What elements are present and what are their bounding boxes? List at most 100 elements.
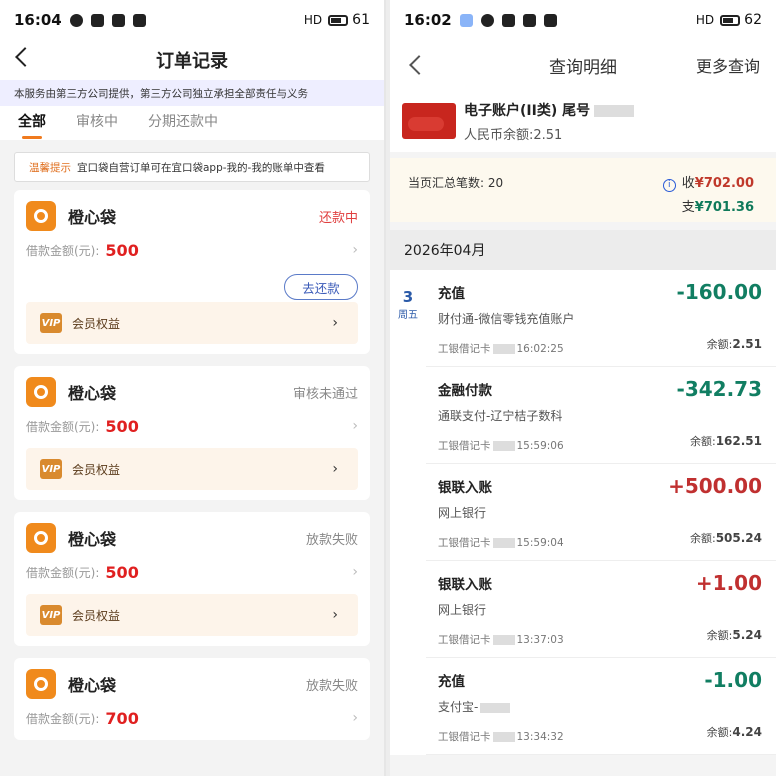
tx-card: 工银借记卡 (438, 634, 491, 646)
tx-card: 工银借记卡 (438, 537, 491, 549)
tip-text: 宜口袋自营订单可在宜口袋app-我的-我的账单中查看 (77, 161, 325, 174)
tx-amount: -342.73 (676, 377, 762, 401)
tx-balance: 2.51 (732, 337, 762, 351)
nav-bar: 订单记录 (0, 40, 384, 80)
vip-benefits-row[interactable]: VIP 会员权益 › (26, 302, 358, 344)
page-title: 订单记录 (156, 51, 228, 72)
message-icon (132, 13, 146, 27)
back-icon[interactable] (15, 47, 35, 67)
tab-all[interactable]: 全部 (18, 111, 46, 139)
loan-amount: 500 (105, 240, 139, 260)
product-name: 橙心袋 (68, 208, 117, 227)
transaction-detail-screen: 16:02 HD 62 查询明细 更多查询 电子账户(II类) 尾号 人民币余额… (390, 0, 776, 776)
account-name: 电子账户(II类) 尾号 (464, 102, 591, 119)
order-status: 审核未通过 (292, 386, 358, 402)
order-card[interactable]: 橙心袋 审核未通过 借款金额(元): 500 › VIP 会员权益 › (14, 366, 370, 500)
tx-time: 15:59:04 (516, 537, 564, 549)
tx-card: 工银借记卡 (438, 731, 491, 743)
vip-benefits-label: 会员权益 (72, 462, 121, 477)
product-name: 橙心袋 (68, 676, 117, 695)
loan-amount-label: 借款金额(元): (26, 419, 100, 434)
product-logo-icon (26, 523, 56, 553)
battery-level: 62 (744, 12, 762, 28)
tx-balance: 4.24 (732, 725, 762, 739)
tx-balance-label: 余额: (689, 435, 716, 448)
vip-benefits-label: 会员权益 (72, 608, 121, 623)
order-card[interactable]: 橙心袋 放款失败 借款金额(元): 700 › (14, 658, 370, 740)
vip-benefits-row[interactable]: VIP 会员权益 › (26, 448, 358, 490)
signal-icon: HD (303, 13, 323, 27)
product-name: 橙心袋 (68, 530, 117, 549)
battery-level: 61 (352, 12, 370, 28)
tx-time: 16:02:25 (516, 343, 564, 355)
outgo-total: ¥701.36 (694, 200, 754, 215)
loan-amount: 700 (105, 708, 139, 728)
tx-balance: 505.24 (715, 531, 762, 545)
mail-icon (90, 13, 104, 27)
chevron-right-icon[interactable]: › (352, 564, 358, 580)
filter-tabs: 全部 审核中 分期还款中 (0, 106, 384, 140)
info-icon[interactable]: i (662, 179, 676, 192)
repay-button[interactable]: 去还款 (284, 274, 358, 300)
tab-installment[interactable]: 分期还款中 (148, 111, 218, 135)
weekday: 周五 (398, 310, 418, 321)
tx-card: 工银借记卡 (438, 343, 491, 355)
tx-desc: 网上银行 (438, 603, 487, 617)
vip-icon: VIP (40, 459, 62, 479)
tip-banner: 温馨提示 宜口袋自营订单可在宜口袋app-我的-我的账单中查看 (14, 152, 370, 182)
transaction-row[interactable]: 银联入账 网上银行 工银借记卡 13:37:03 +1.00 余额:5.24 (426, 561, 776, 658)
chevron-right-icon: › (332, 607, 338, 623)
page-summary: 当页汇总笔数: 20 i 收¥702.00 支¥701.36 (390, 158, 776, 222)
tx-time: 13:37:03 (516, 634, 564, 646)
battery-icon: 61 (328, 12, 370, 28)
tx-balance-label: 余额: (706, 726, 733, 739)
tab-reviewing[interactable]: 审核中 (76, 111, 118, 135)
disclaimer-bar: 本服务由第三方公司提供，第三方公司独立承担全部责任与义务 (0, 80, 384, 106)
chevron-right-icon: › (332, 315, 338, 331)
transaction-row[interactable]: 银联入账 网上银行 工银借记卡 15:59:04 +500.00 余额:505.2… (426, 464, 776, 561)
loan-amount: 500 (105, 416, 139, 436)
app-icon (459, 13, 473, 27)
product-logo-icon (26, 377, 56, 407)
summary-count: 当页汇总笔数: 20 (408, 176, 504, 190)
battery-icon: 62 (720, 12, 762, 28)
tx-balance: 162.51 (715, 434, 762, 448)
transaction-row[interactable]: 充值 财付通-微信零钱充值账户 工银借记卡 16:02:25 -160.00 余额… (426, 270, 776, 367)
order-card[interactable]: 橙心袋 放款失败 借款金额(元): 500 › VIP 会员权益 › (14, 512, 370, 646)
status-time: 16:04 (14, 11, 62, 29)
more-query-button[interactable]: 更多查询 (696, 53, 760, 77)
transaction-list: 3 周五 充值 财付通-微信零钱充值账户 工银借记卡 16:02:25 -160.… (390, 270, 776, 755)
vip-icon: VIP (40, 605, 62, 625)
vip-icon: VIP (40, 313, 62, 333)
status-time: 16:02 (404, 11, 452, 29)
status-bar: 16:02 HD 62 (390, 0, 776, 40)
tx-balance-label: 余额: (689, 532, 716, 545)
income-total: ¥702.00 (694, 176, 754, 191)
transaction-row[interactable]: 金融付款 通联支付-辽宁桔子数科 工银借记卡 15:59:06 -342.73 余… (426, 367, 776, 464)
chevron-right-icon[interactable]: › (352, 242, 358, 258)
tx-time: 13:34:32 (516, 731, 564, 743)
product-logo-icon (26, 201, 56, 231)
chevron-right-icon[interactable]: › (352, 710, 358, 726)
account-balance: 人民币余额:2.51 (464, 127, 563, 143)
masked-number (594, 104, 635, 117)
tx-balance: 5.24 (732, 628, 762, 642)
month-header: 2026年04月 (390, 230, 776, 270)
mail-icon (501, 13, 515, 27)
order-card[interactable]: 橙心袋 还款中 借款金额(元): 500 › 去还款 VIP 会员权益 › (14, 190, 370, 354)
chevron-right-icon[interactable]: › (352, 418, 358, 434)
vip-benefits-row[interactable]: VIP 会员权益 › (26, 594, 358, 636)
order-status: 放款失败 (305, 678, 358, 694)
bank-card-icon (402, 103, 456, 139)
tx-card: 工银借记卡 (438, 440, 491, 452)
order-status: 放款失败 (305, 532, 358, 548)
loan-amount-label: 借款金额(元): (26, 711, 100, 726)
tx-balance-label: 余额: (706, 338, 733, 351)
transaction-row[interactable]: 充值 支付宝- 工银借记卡 13:34:32 -1.00 余额:4.24 (426, 658, 776, 755)
product-logo-icon (26, 669, 56, 699)
income-label: 收 (681, 176, 695, 191)
taobao-icon (111, 13, 125, 27)
order-records-screen: 16:04 HD 61 订单记录 本服务由第三方公司提供，第三方公司独立承担全部… (0, 0, 386, 776)
account-header: 电子账户(II类) 尾号 人民币余额:2.51 (390, 90, 776, 152)
tx-amount: -1.00 (704, 668, 762, 692)
